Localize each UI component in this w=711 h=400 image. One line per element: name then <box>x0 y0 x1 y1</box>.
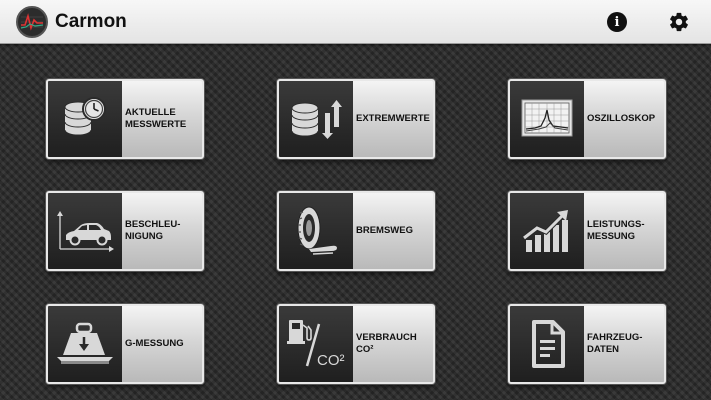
app-title: Carmon <box>55 11 127 32</box>
tile-label: FAHRZEUG- DATEN <box>587 332 643 355</box>
database-arrows-icon <box>279 81 353 157</box>
tile-label: BREMSWEG <box>356 225 413 236</box>
co2-icon-text: CO² <box>317 352 345 369</box>
tile-bremsweg[interactable]: BREMSWEG <box>277 191 435 271</box>
tile-aktuelle-messwerte[interactable]: AKTUELLE MESSWERTE <box>46 79 204 159</box>
tile-label: G-MESSUNG <box>125 338 184 349</box>
tile-oszilloskop[interactable]: OSZILLOSKOP <box>508 79 666 159</box>
info-icon[interactable]: i <box>607 12 627 32</box>
car-acceleration-icon <box>48 193 122 269</box>
fuel-co2-icon: CO² <box>279 306 353 382</box>
tile-fahrzeugdaten[interactable]: FAHRZEUG- DATEN <box>508 304 666 384</box>
document-icon <box>510 306 584 382</box>
tile-extremwerte[interactable]: EXTREMWERTE <box>277 79 435 159</box>
app-logo-icon <box>16 6 48 38</box>
tile-verbrauch-co2[interactable]: CO² VERBRAUCH CO² <box>277 304 435 384</box>
tile-beschleunigung[interactable]: BESCHLEU- NIGUNG <box>46 191 204 271</box>
tile-leistungsmessung[interactable]: LEISTUNGS- MESSUNG <box>508 191 666 271</box>
app-bar: Carmon i <box>0 0 711 44</box>
tile-label: OSZILLOSKOP <box>587 113 656 124</box>
tile-g-messung[interactable]: G-MESSUNG <box>46 304 204 384</box>
gear-icon[interactable] <box>668 11 690 33</box>
database-clock-icon <box>48 81 122 157</box>
bar-chart-arrow-icon <box>510 193 584 269</box>
oscilloscope-icon <box>510 81 584 157</box>
tile-label: LEISTUNGS- MESSUNG <box>587 219 645 242</box>
tile-label: VERBRAUCH CO² <box>356 332 417 355</box>
tire-icon <box>279 193 353 269</box>
tile-label: EXTREMWERTE <box>356 113 430 124</box>
weight-icon <box>48 306 122 382</box>
tile-label: AKTUELLE MESSWERTE <box>125 107 187 130</box>
tile-label: BESCHLEU- NIGUNG <box>125 219 181 242</box>
